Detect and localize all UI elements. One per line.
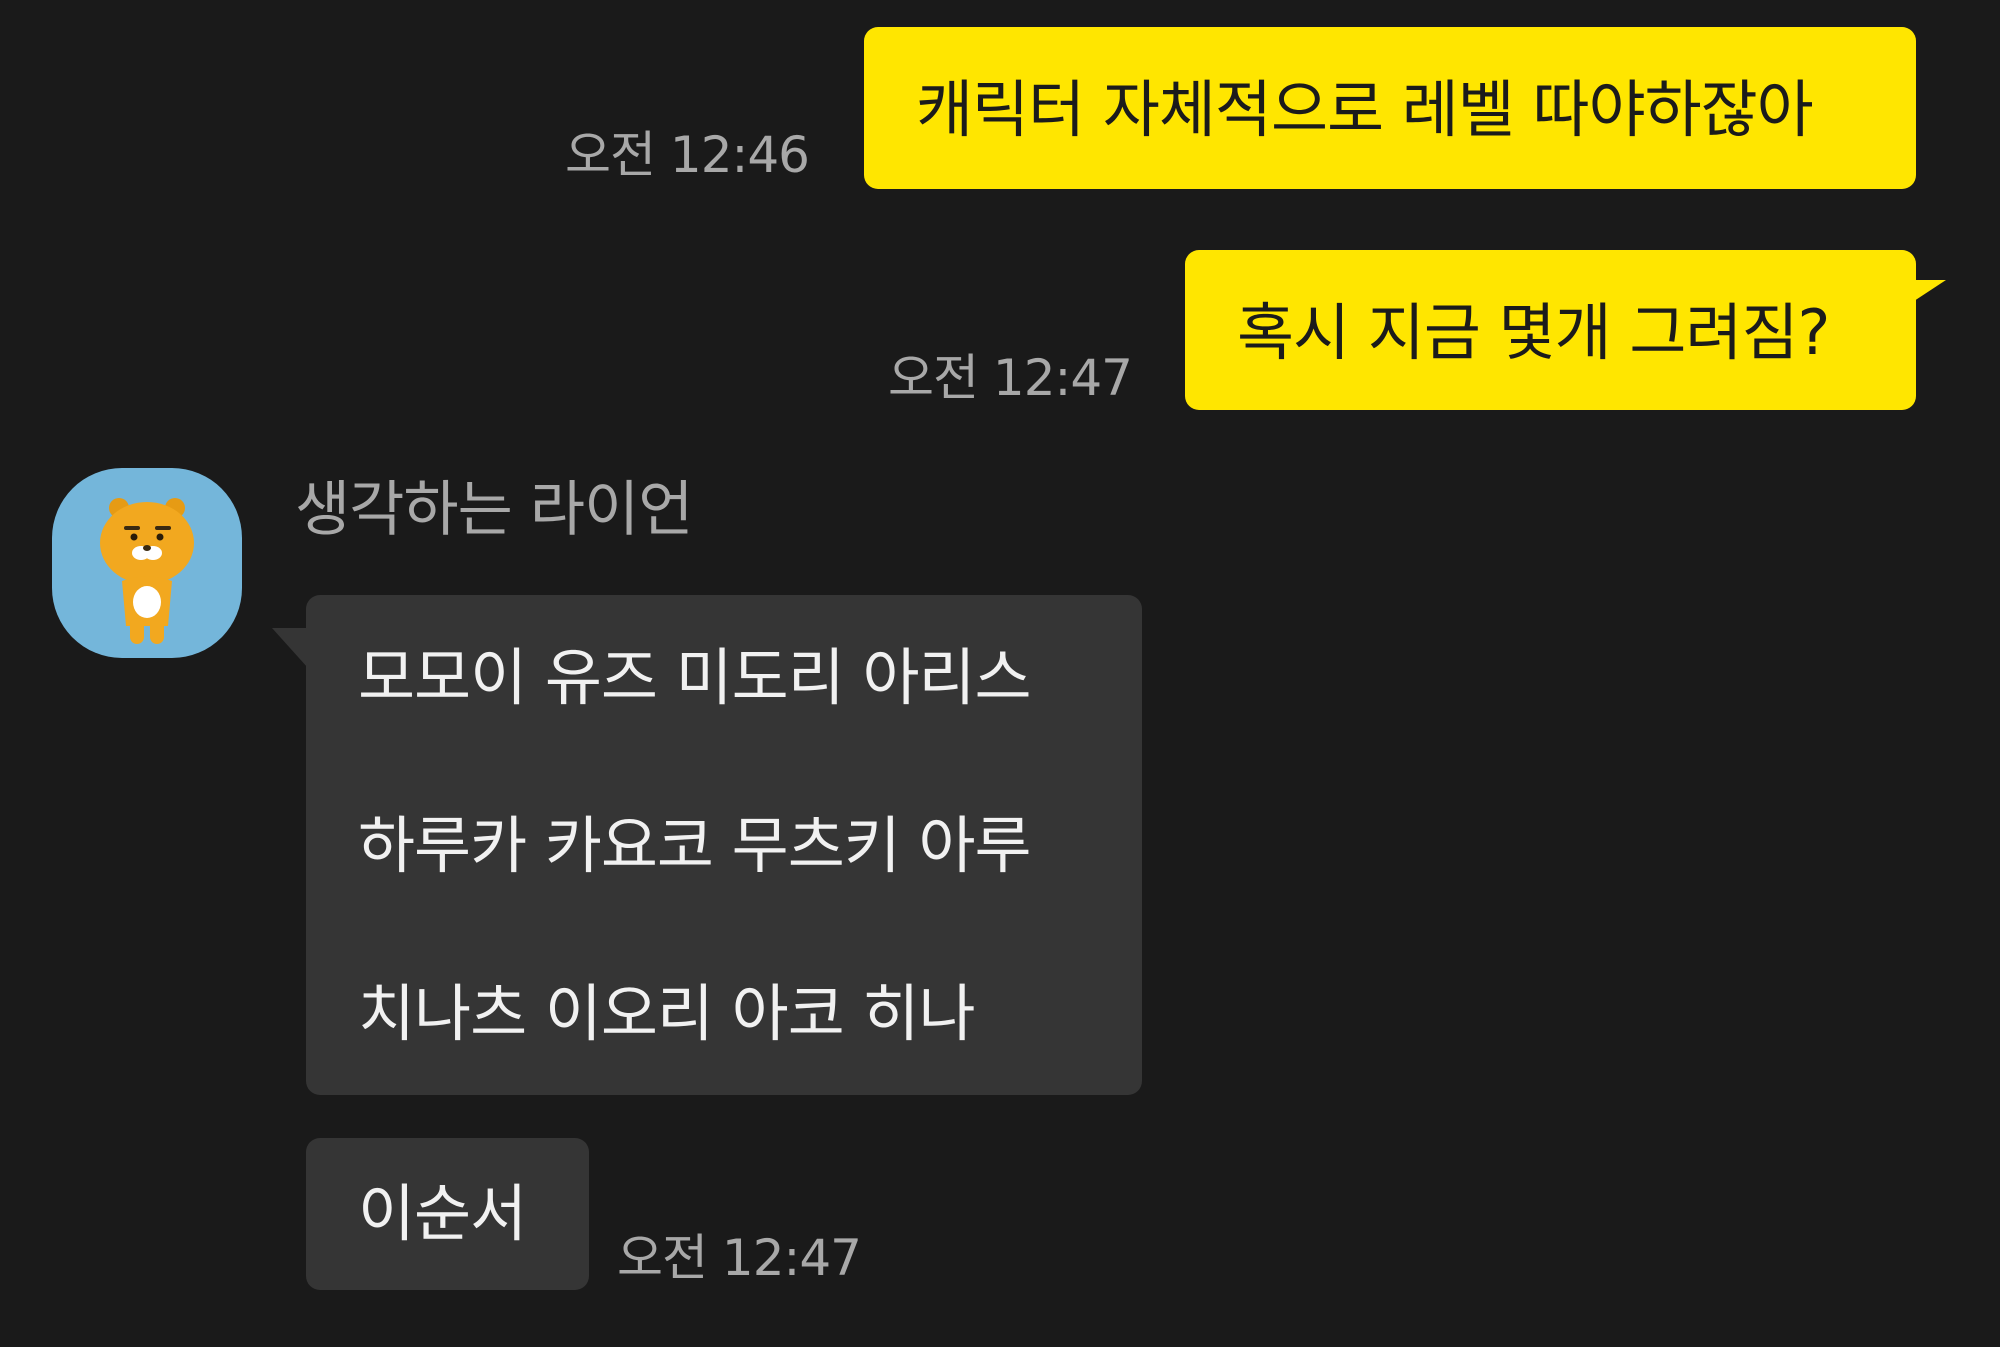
message-time: 오전 12:47 [617, 1229, 862, 1287]
sender-name: 생각하는 라이언 [295, 475, 693, 545]
my-message-bubble[interactable]: 캐릭터 자체적으로 레벨 따야하잖아 [864, 27, 1916, 189]
ryan-lion-avatar-icon [100, 498, 194, 644]
message-text: 혹시 지금 몇개 그려짐? [1237, 296, 1830, 369]
message-text: 모모이 유즈 미도리 아리스 하루카 카요코 무츠키 아루 치나츠 이오리 아코… [358, 647, 1118, 1047]
avatar[interactable] [52, 468, 242, 658]
bubble-tail-icon [272, 628, 308, 668]
other-message-bubble[interactable]: 이순서 [306, 1138, 589, 1290]
message-time: 오전 12:46 [565, 126, 810, 184]
message-line: 치나츠 이오리 아코 히나 [358, 977, 976, 1050]
my-message-bubble[interactable]: 혹시 지금 몇개 그려짐? [1185, 250, 1916, 410]
message-time: 오전 12:47 [888, 349, 1133, 407]
message-line: 하루카 카요코 무츠키 아루 [358, 809, 1032, 882]
message-text: 캐릭터 자체적으로 레벨 따야하잖아 [916, 73, 1814, 146]
bubble-tail-icon [1908, 280, 1946, 305]
message-text: 이순서 [358, 1177, 527, 1250]
message-line: 모모이 유즈 미도리 아리스 [358, 641, 1032, 714]
other-message-bubble[interactable]: 모모이 유즈 미도리 아리스 하루카 카요코 무츠키 아루 치나츠 이오리 아코… [306, 595, 1142, 1095]
